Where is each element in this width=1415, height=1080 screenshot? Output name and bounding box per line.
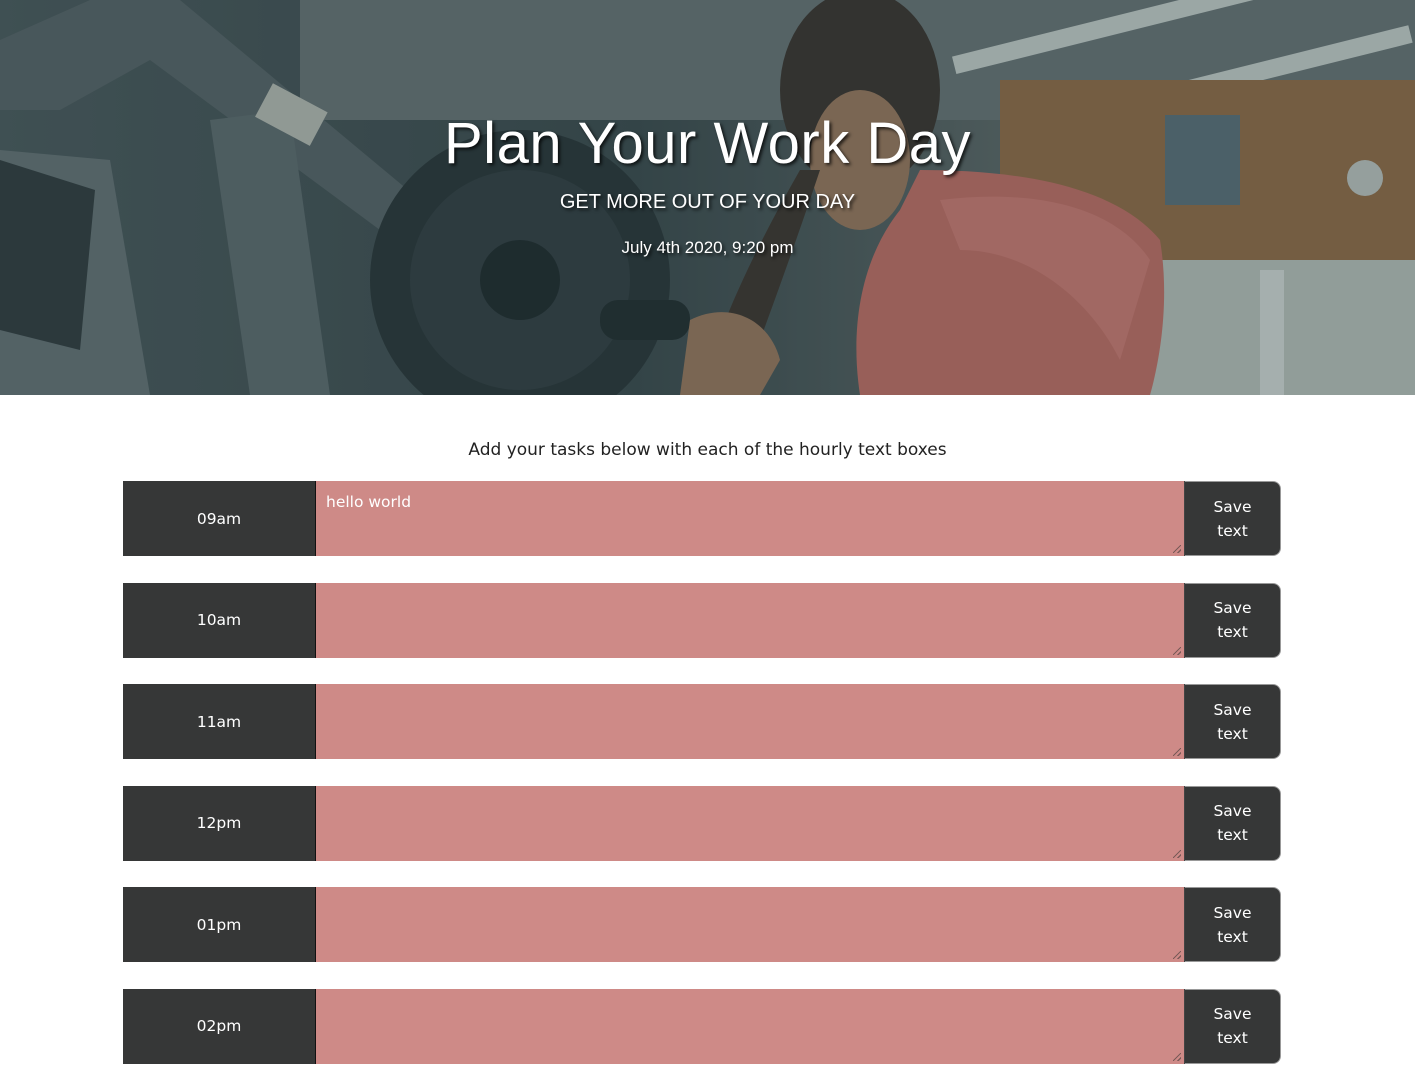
page-title: Plan Your Work Day: [444, 111, 971, 176]
time-block-row: 12pm Save text: [123, 785, 1281, 861]
save-button-label: Save text: [1213, 802, 1252, 844]
time-block-row: 01pm Save text: [123, 887, 1281, 962]
time-block-row: 02pm Save text: [123, 988, 1281, 1064]
hour-label: 12pm: [123, 785, 316, 861]
resize-handle-icon[interactable]: [1173, 849, 1181, 858]
intro-text: Add your tasks below with each of the ho…: [468, 440, 947, 460]
hourly-planner: 09am hello world Save text 10am Save tex…: [123, 481, 1281, 1064]
save-button[interactable]: Save text: [1185, 481, 1281, 556]
resize-handle-icon[interactable]: [1173, 748, 1181, 756]
save-button-label: Save text: [1213, 1005, 1252, 1047]
save-button[interactable]: Save text: [1185, 887, 1281, 962]
resize-handle-icon[interactable]: [1173, 545, 1181, 553]
resize-handle-icon[interactable]: [1173, 1052, 1181, 1061]
resize-handle-icon[interactable]: [1173, 951, 1181, 959]
task-textarea[interactable]: [316, 988, 1185, 1064]
hour-label: 11am: [123, 684, 316, 759]
page-subtitle: GET MORE OUT OF YOUR DAY: [559, 191, 856, 213]
hour-label: 09am: [123, 481, 316, 556]
save-button-label: Save text: [1213, 903, 1252, 946]
task-textarea[interactable]: hello world: [316, 481, 1185, 556]
save-button-label: Save text: [1213, 700, 1252, 743]
time-block-row: 09am hello world Save text: [123, 481, 1281, 556]
hero-text: Plan Your Work Day GET MORE OUT OF YOUR …: [0, 0, 1415, 258]
save-button[interactable]: Save text: [1185, 785, 1281, 861]
save-button[interactable]: Save text: [1185, 684, 1281, 759]
hour-label: 10am: [123, 582, 316, 658]
resize-handle-icon[interactable]: [1173, 646, 1181, 655]
save-button-label: Save text: [1213, 497, 1252, 540]
save-button-label: Save text: [1213, 599, 1252, 641]
hour-label: 01pm: [123, 887, 316, 962]
task-textarea[interactable]: [316, 785, 1185, 861]
hour-label: 02pm: [123, 988, 316, 1064]
hero-header: Plan Your Work Day GET MORE OUT OF YOUR …: [0, 0, 1415, 395]
time-block-row: 10am Save text: [123, 582, 1281, 658]
task-textarea[interactable]: [316, 887, 1185, 962]
task-textarea[interactable]: [316, 684, 1185, 759]
save-button[interactable]: Save text: [1185, 988, 1281, 1064]
task-text: hello world: [326, 493, 412, 511]
task-textarea[interactable]: [316, 582, 1185, 658]
current-datetime: July 4th 2020, 9:20 pm: [621, 238, 794, 257]
save-button[interactable]: Save text: [1185, 582, 1281, 658]
time-block-row: 11am Save text: [123, 684, 1281, 759]
